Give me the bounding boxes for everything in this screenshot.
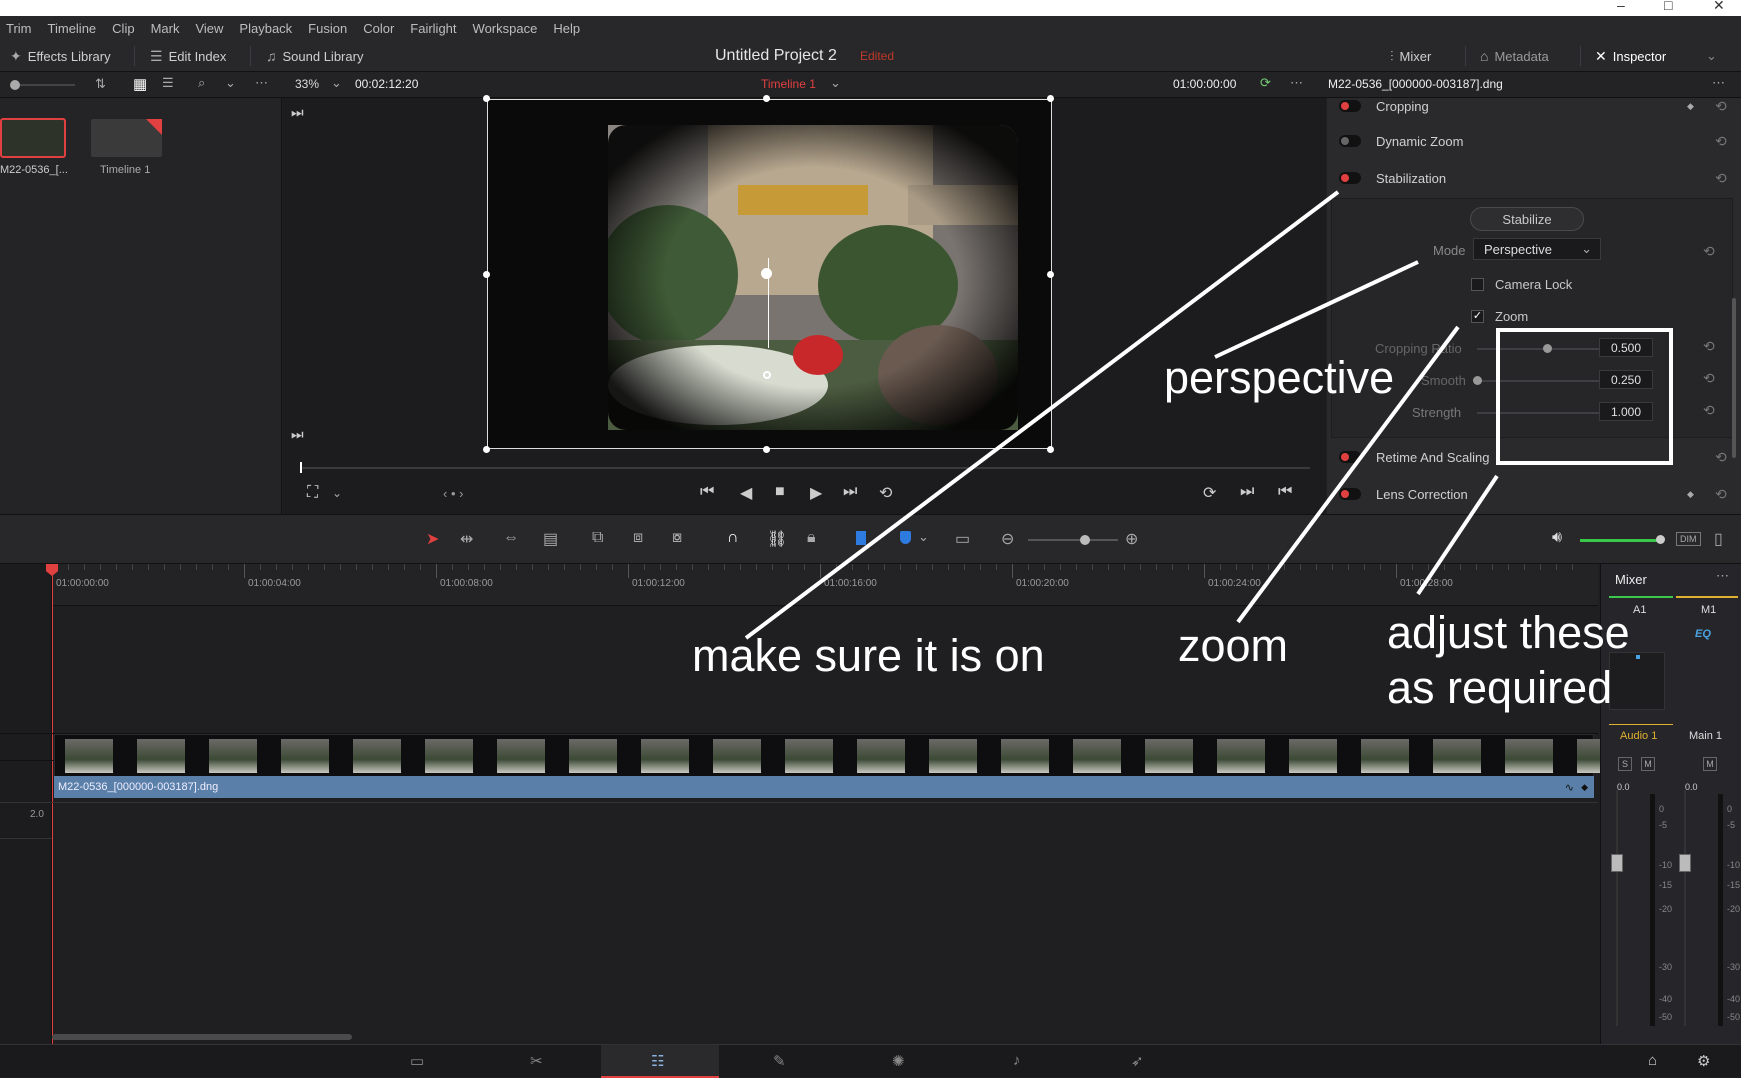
annotation-perspective: perspective: [1164, 352, 1395, 403]
annotation-make-sure: make sure it is on: [692, 630, 1045, 681]
annotation-overlay: [744, 190, 1673, 640]
annotation-zoom: zoom: [1178, 620, 1289, 671]
annotation-adjust-line1: adjust these: [1387, 607, 1630, 658]
annotation-adjust-line2: as required: [1387, 662, 1613, 713]
